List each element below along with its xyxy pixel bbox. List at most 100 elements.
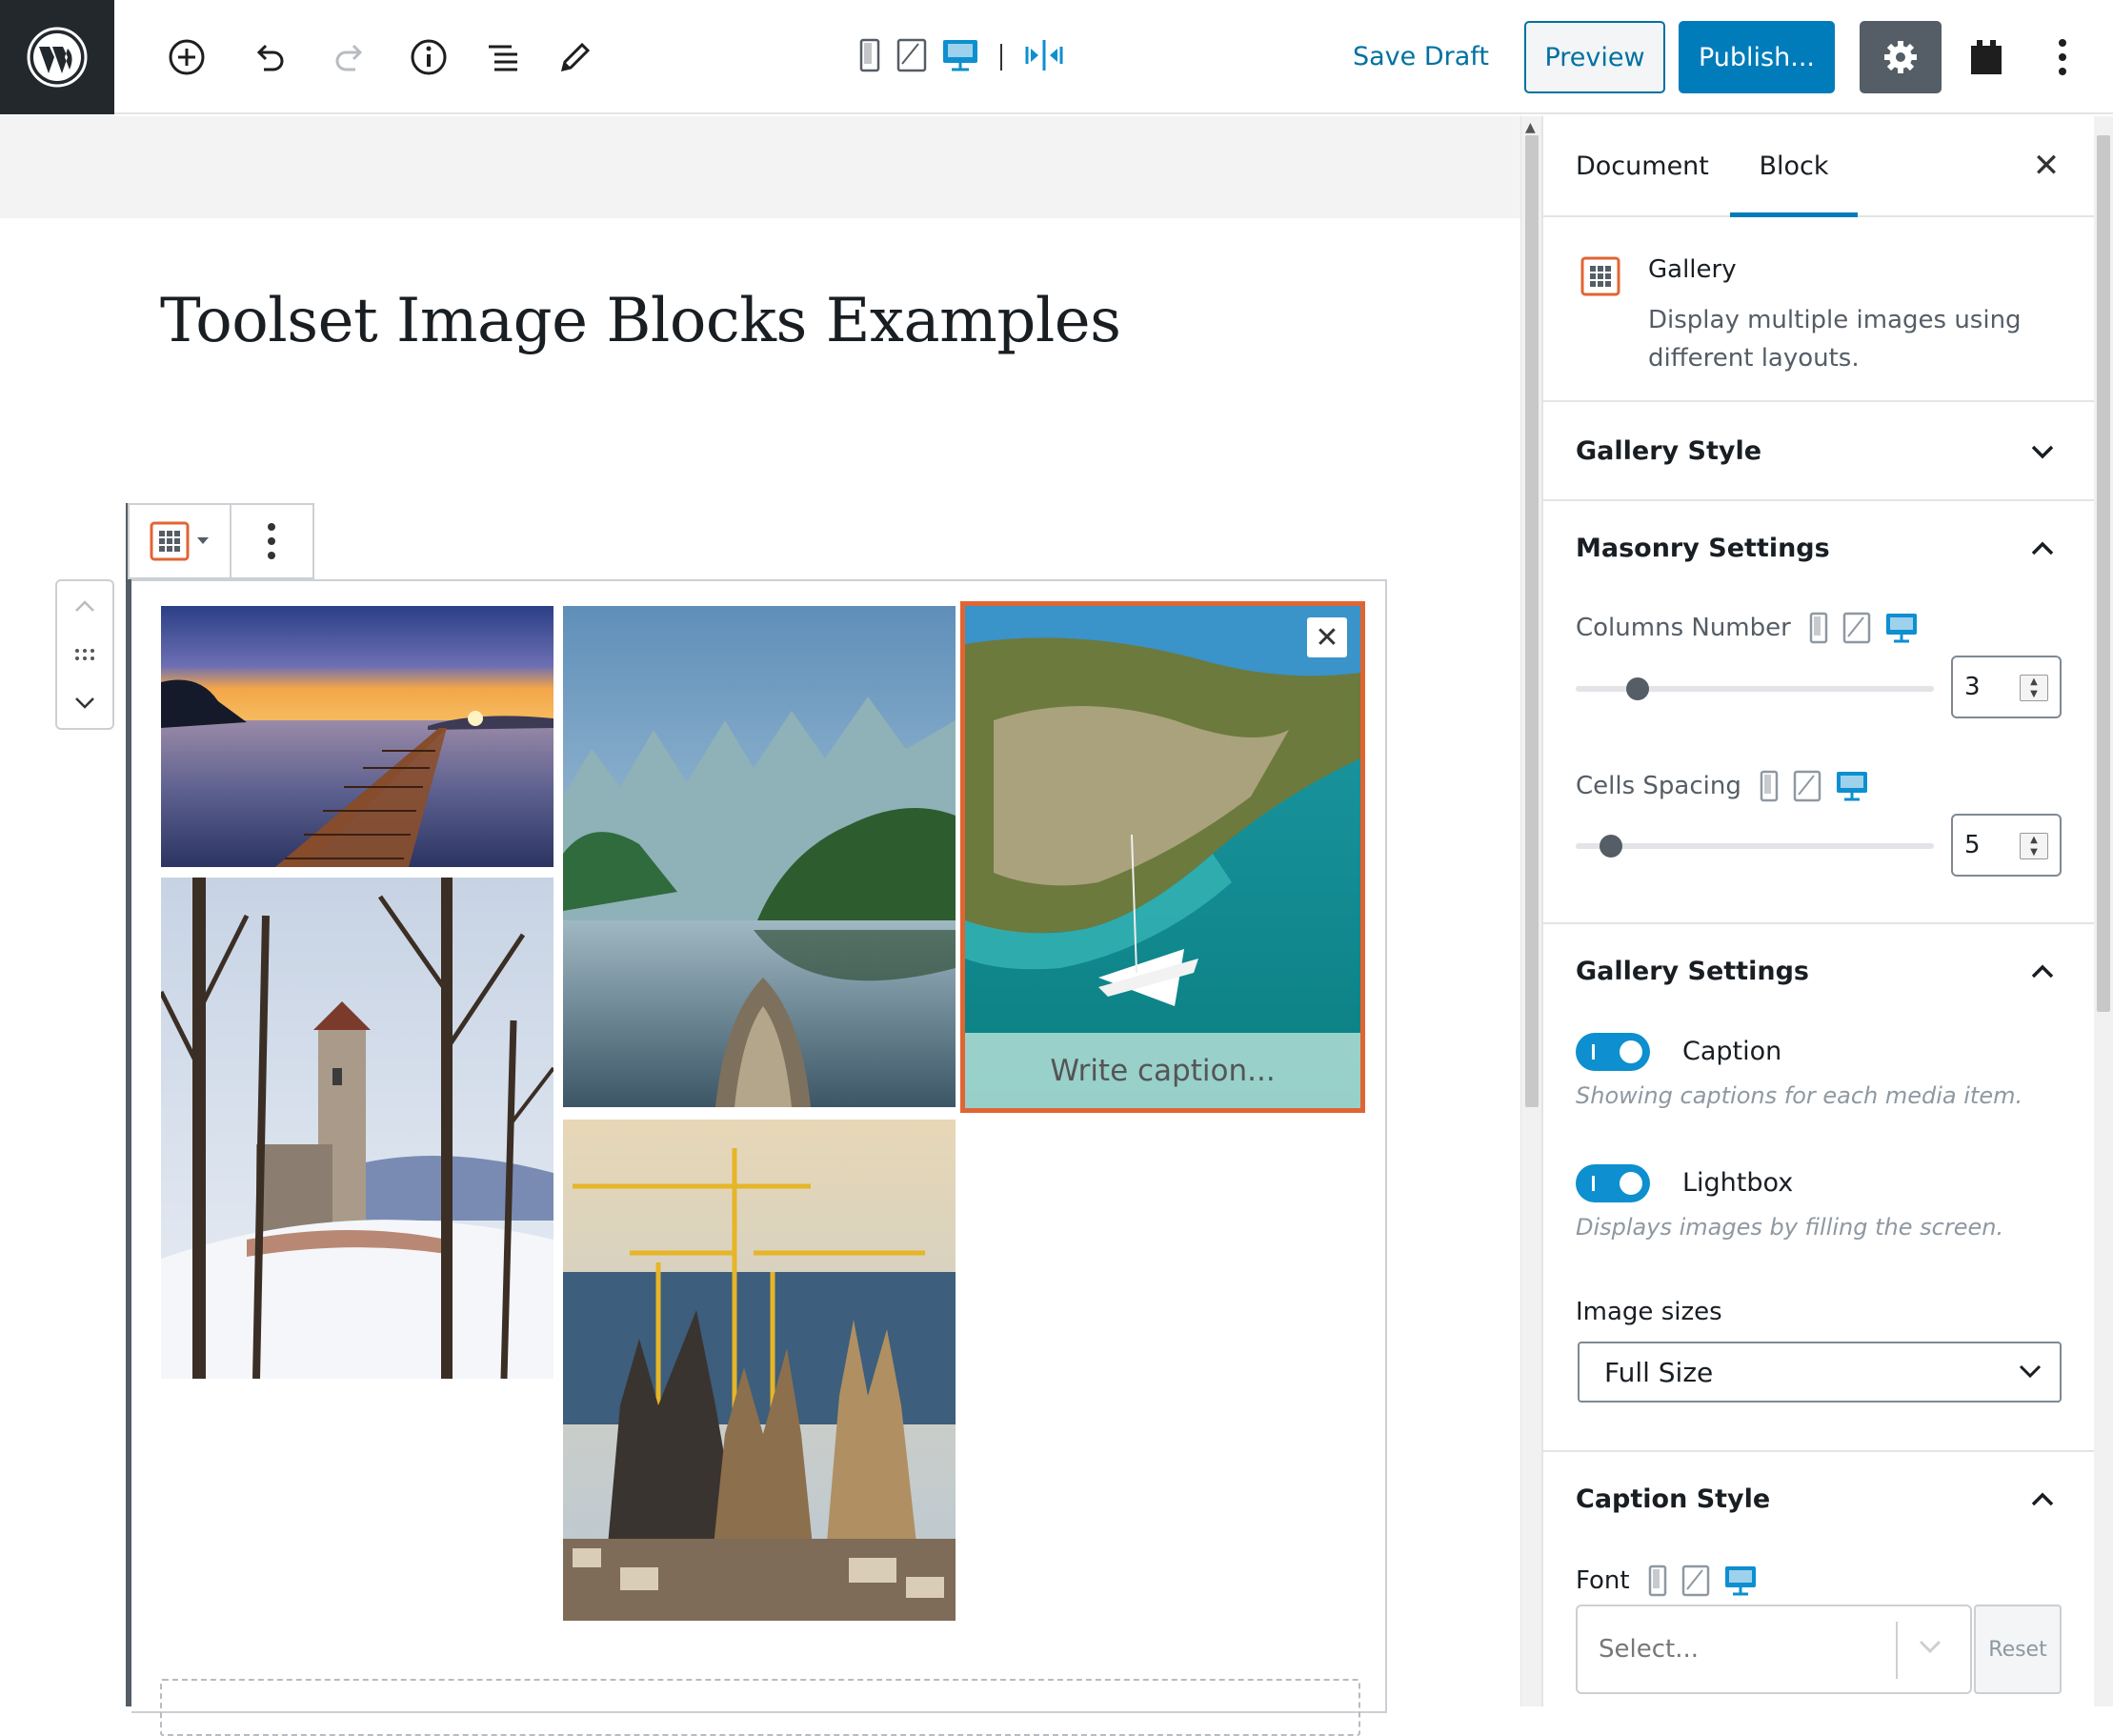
- post-title[interactable]: Toolset Image Blocks Examples: [160, 286, 1121, 356]
- editor-scrollbar[interactable]: ▲: [1520, 116, 1541, 1706]
- columns-number-slider-thumb[interactable]: [1625, 677, 1649, 700]
- panel-gallery-settings-title: Gallery Settings: [1576, 957, 1809, 986]
- publish-button[interactable]: Publish...: [1679, 21, 1835, 93]
- editor-scrollbar-thumb[interactable]: [1525, 135, 1539, 1107]
- caption-toggle[interactable]: [1576, 1033, 1650, 1071]
- columns-number-slider[interactable]: [1576, 677, 1934, 700]
- vertical-dots-icon: [268, 523, 276, 559]
- more-menu-icon[interactable]: [2039, 29, 2086, 86]
- gear-icon: [1884, 41, 1917, 73]
- mobile-icon[interactable]: [1759, 770, 1780, 802]
- font-reset-button[interactable]: Reset: [1974, 1605, 2062, 1694]
- gallery-image-sagrada-familia[interactable]: [563, 1120, 956, 1621]
- panel-caption-style-title: Caption Style: [1576, 1484, 1771, 1514]
- block-toolbar: [128, 503, 314, 579]
- editor-header: Save Draft Preview Publish...: [0, 0, 2113, 114]
- chevron-down-icon: [2019, 1364, 2042, 1379]
- font-select[interactable]: Select...: [1576, 1605, 1972, 1694]
- toggle-knob: [1620, 1040, 1642, 1063]
- panel-masonry-settings[interactable]: Masonry Settings: [1543, 501, 2094, 596]
- number-spinner-icon[interactable]: ▲ ▼: [2020, 833, 2048, 859]
- responsive-view-switcher: [857, 29, 1065, 86]
- gallery-image-karst-river[interactable]: [563, 606, 956, 1107]
- settings-button[interactable]: [1860, 21, 1942, 93]
- block-card-description: Display multiple images using different …: [1648, 306, 2022, 373]
- gallery-block-icon: [1580, 255, 1621, 301]
- move-up-icon[interactable]: [73, 598, 96, 614]
- block-mover: [55, 579, 114, 730]
- select-divider: [1896, 1622, 1898, 1679]
- save-draft-button[interactable]: Save Draft: [1334, 21, 1508, 93]
- responsive-toggle-icon[interactable]: [1023, 37, 1065, 77]
- lightbox-toggle-label: Lightbox: [1682, 1168, 1794, 1198]
- mobile-icon[interactable]: [1647, 1564, 1668, 1597]
- columns-number-label-row: Columns Number: [1576, 612, 1919, 644]
- panel-gallery-settings[interactable]: Gallery Settings: [1543, 924, 2094, 1019]
- view-tablet-icon[interactable]: [896, 37, 928, 77]
- panel-masonry-settings-title: Masonry Settings: [1576, 534, 1830, 563]
- toolbar-divider: [1000, 44, 1002, 71]
- cells-spacing-slider-thumb[interactable]: [1599, 835, 1622, 858]
- move-down-icon[interactable]: [73, 696, 96, 711]
- chevron-down-icon: [1919, 1640, 1942, 1654]
- panel-gallery-style-title: Gallery Style: [1576, 436, 1762, 466]
- block-card: Gallery Display multiple images using di…: [1543, 219, 2094, 402]
- chevron-up-icon: [2031, 541, 2054, 555]
- desktop-icon[interactable]: [1723, 1564, 1758, 1597]
- redo-icon[interactable]: [322, 29, 379, 86]
- desktop-icon[interactable]: [1884, 612, 1919, 644]
- image-sizes-select[interactable]: Full Size: [1578, 1342, 2062, 1403]
- remove-image-button[interactable]: ✕: [1307, 617, 1347, 657]
- block-more-options[interactable]: [231, 505, 312, 577]
- gallery-image-pier-sunset[interactable]: [161, 606, 553, 867]
- mobile-icon[interactable]: [1808, 612, 1829, 644]
- gallery-image-winter-tower[interactable]: [161, 878, 553, 1379]
- toggle-knob: [1620, 1172, 1642, 1195]
- chevron-down-icon: [2031, 445, 2054, 459]
- number-spinner-icon[interactable]: ▲ ▼: [2020, 675, 2048, 701]
- caption-help-text: Showing captions for each media item.: [1576, 1082, 2023, 1109]
- tablet-icon[interactable]: [1681, 1564, 1710, 1597]
- scroll-up-arrow-icon[interactable]: ▲: [1525, 120, 1536, 135]
- lightbox-toggle[interactable]: [1576, 1164, 1650, 1202]
- close-sidebar-button[interactable]: ✕: [2027, 147, 2065, 185]
- plugin-icon[interactable]: [1962, 29, 2010, 86]
- toggle-on-indicator: [1592, 1044, 1595, 1060]
- drag-handle-icon[interactable]: [73, 648, 96, 661]
- cells-spacing-label-row: Cells Spacing: [1576, 770, 1869, 802]
- panel-gallery-style[interactable]: Gallery Style: [1543, 404, 2094, 499]
- cells-spacing-slider[interactable]: [1576, 835, 1934, 858]
- block-appender[interactable]: [160, 1679, 1360, 1736]
- block-type-switcher[interactable]: [130, 505, 231, 577]
- sidebar-scrollbar-thumb[interactable]: [2097, 135, 2110, 1012]
- panel-caption-style[interactable]: Caption Style: [1543, 1452, 2094, 1547]
- settings-sidebar: Document Block ✕ Gallery Display multipl…: [1541, 116, 2094, 1706]
- columns-number-input[interactable]: 3 ▲ ▼: [1951, 656, 2062, 718]
- tab-block[interactable]: Block: [1730, 116, 1858, 217]
- sidebar-scrollbar[interactable]: [2094, 116, 2113, 1706]
- toggle-on-indicator: [1592, 1176, 1595, 1191]
- undo-icon[interactable]: [240, 29, 297, 86]
- image-caption-field[interactable]: Write caption...: [965, 1033, 1360, 1108]
- tools-edit-icon[interactable]: [547, 29, 604, 86]
- cells-spacing-label: Cells Spacing: [1576, 772, 1741, 800]
- view-desktop-icon[interactable]: [941, 37, 979, 77]
- tablet-icon[interactable]: [1842, 612, 1871, 644]
- columns-number-value: 3: [1964, 673, 1981, 701]
- gallery-block-icon: [150, 521, 190, 561]
- wordpress-logo-icon: [27, 27, 88, 88]
- info-icon[interactable]: [400, 29, 457, 86]
- block-navigation-icon[interactable]: [474, 29, 532, 86]
- preview-button[interactable]: Preview: [1524, 21, 1665, 93]
- tablet-icon[interactable]: [1793, 770, 1821, 802]
- desktop-icon[interactable]: [1835, 770, 1869, 802]
- add-block-icon[interactable]: [158, 29, 215, 86]
- view-mobile-icon[interactable]: [857, 37, 882, 77]
- caret-down-icon: [197, 537, 210, 544]
- sidebar-tabs: Document Block ✕: [1543, 116, 2094, 217]
- cells-spacing-value: 5: [1964, 831, 1981, 859]
- caption-toggle-label: Caption: [1682, 1037, 1782, 1066]
- wordpress-logo[interactable]: [0, 0, 114, 114]
- tab-document[interactable]: Document: [1576, 116, 1709, 217]
- cells-spacing-input[interactable]: 5 ▲ ▼: [1951, 814, 2062, 877]
